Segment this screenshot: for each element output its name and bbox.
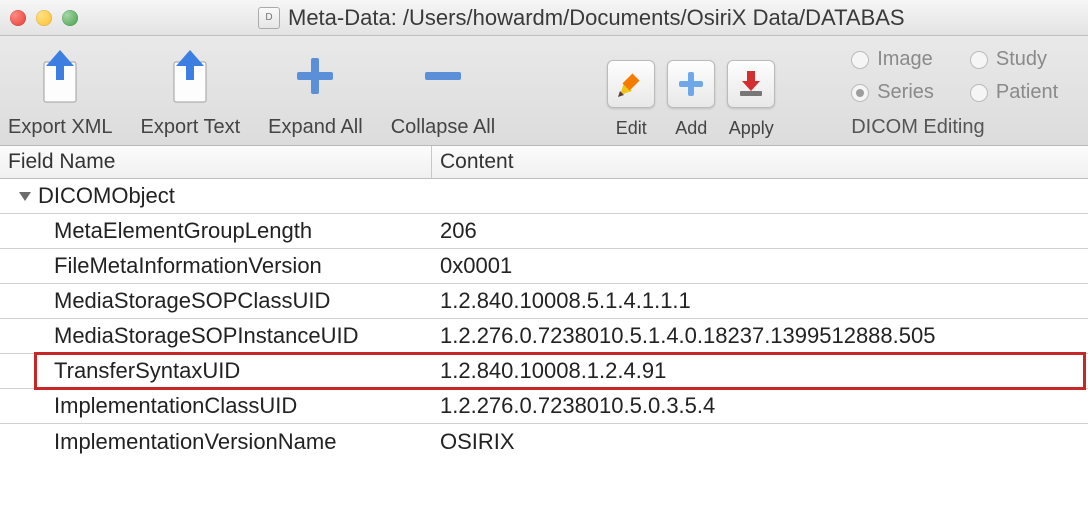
table-row[interactable]: MetaElementGroupLength 206: [0, 214, 1088, 249]
field-name: MediaStorageSOPClassUID: [0, 285, 432, 317]
field-name: FileMetaInformationVersion: [0, 250, 432, 282]
titlebar: D Meta-Data: /Users/howardm/Documents/Os…: [0, 0, 1088, 36]
plus-icon: [293, 46, 337, 106]
export-xml-icon: [34, 46, 86, 106]
radio-series-label: Series: [877, 81, 934, 104]
radio-study[interactable]: Study: [970, 48, 1058, 71]
radio-icon: [970, 84, 988, 102]
field-content: 206: [432, 215, 1088, 247]
close-button[interactable]: [10, 10, 26, 26]
table-header: Field Name Content: [0, 146, 1088, 179]
radio-patient[interactable]: Patient: [970, 81, 1058, 104]
collapse-all-label: Collapse All: [391, 116, 496, 139]
export-text-button[interactable]: Export Text: [140, 46, 240, 139]
header-field-name[interactable]: Field Name: [0, 146, 432, 178]
window-title: Meta-Data: /Users/howardm/Documents/Osir…: [288, 5, 905, 31]
radio-series[interactable]: Series: [851, 81, 934, 104]
export-xml-label: Export XML: [8, 116, 112, 139]
export-text-icon: [164, 46, 216, 106]
root-label: DICOMObject: [38, 183, 175, 209]
radio-icon: [970, 51, 988, 69]
radio-image[interactable]: Image: [851, 48, 934, 71]
add-label: Add: [675, 118, 707, 139]
apply-label: Apply: [729, 118, 774, 139]
field-name: ImplementationClassUID: [0, 390, 432, 422]
add-plus-icon: [667, 60, 715, 108]
field-name: ImplementationVersionName: [0, 426, 432, 458]
edit-label: Edit: [616, 118, 647, 139]
radio-image-label: Image: [877, 48, 933, 71]
header-content[interactable]: Content: [432, 146, 1088, 178]
toolbar: Export XML Export Text Expand All Collap…: [0, 36, 1088, 146]
table-row-highlighted[interactable]: TransferSyntaxUID 1.2.840.10008.1.2.4.91: [0, 354, 1088, 389]
radio-icon: [851, 84, 869, 102]
app-icon: D: [258, 7, 280, 29]
apply-button[interactable]: Apply: [727, 60, 775, 139]
radio-patient-label: Patient: [996, 81, 1058, 104]
field-content: 1.2.276.0.7238010.5.0.3.5.4: [432, 390, 1088, 422]
table-row[interactable]: ImplementationClassUID 1.2.276.0.7238010…: [0, 389, 1088, 424]
radio-study-label: Study: [996, 48, 1047, 71]
collapse-all-button[interactable]: Collapse All: [391, 46, 496, 139]
field-name: MetaElementGroupLength: [0, 215, 432, 247]
minimize-button[interactable]: [36, 10, 52, 26]
table-row[interactable]: MediaStorageSOPInstanceUID 1.2.276.0.723…: [0, 319, 1088, 354]
export-text-label: Export Text: [140, 116, 240, 139]
table-row[interactable]: FileMetaInformationVersion 0x0001: [0, 249, 1088, 284]
pencil-icon: [607, 60, 655, 108]
export-xml-button[interactable]: Export XML: [8, 46, 112, 139]
zoom-button[interactable]: [62, 10, 78, 26]
field-content: 1.2.276.0.7238010.5.1.4.0.18237.13995128…: [432, 320, 1088, 352]
edit-button[interactable]: Edit: [607, 60, 655, 139]
scope-radio-group: Image Study Series Patient DICOM Editing: [851, 48, 1058, 139]
dicom-editing-label: DICOM Editing: [851, 116, 1058, 139]
radio-icon: [851, 51, 869, 69]
add-button[interactable]: Add: [667, 60, 715, 139]
field-name: TransferSyntaxUID: [0, 355, 432, 387]
tree-root-row[interactable]: DICOMObject: [0, 179, 1088, 214]
apply-down-icon: [727, 60, 775, 108]
table-row[interactable]: MediaStorageSOPClassUID 1.2.840.10008.5.…: [0, 284, 1088, 319]
expand-all-label: Expand All: [268, 116, 363, 139]
expand-all-button[interactable]: Expand All: [268, 46, 363, 139]
window-controls: [10, 10, 78, 26]
field-content: 1.2.840.10008.5.1.4.1.1.1: [432, 285, 1088, 317]
field-content: 0x0001: [432, 250, 1088, 282]
field-name: MediaStorageSOPInstanceUID: [0, 320, 432, 352]
edit-button-group: Edit Add Apply: [607, 60, 775, 139]
minus-icon: [421, 46, 465, 106]
table-body: DICOMObject MetaElementGroupLength 206 F…: [0, 179, 1088, 459]
disclosure-triangle-icon[interactable]: [18, 189, 32, 203]
table-row[interactable]: ImplementationVersionName OSIRIX: [0, 424, 1088, 459]
field-content: 1.2.840.10008.1.2.4.91: [432, 355, 1088, 387]
field-content: OSIRIX: [432, 426, 1088, 458]
